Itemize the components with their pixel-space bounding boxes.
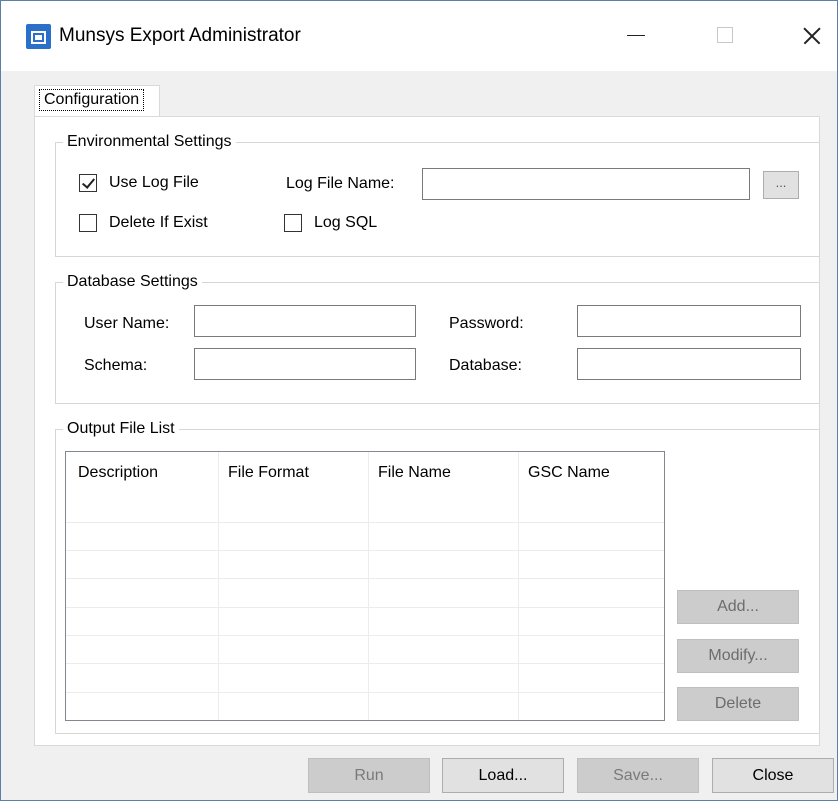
column-header-file-format[interactable]: File Format [228,463,309,483]
browse-log-file-button[interactable]: ... [763,171,799,199]
user-name-input[interactable] [194,305,416,337]
log-file-name-label: Log File Name: [286,175,395,192]
use-log-file-checkbox[interactable] [79,174,97,192]
output-file-list-legend: Output File List [63,419,179,439]
log-sql-checkbox[interactable] [284,214,302,232]
row-divider [66,607,664,608]
tab-configuration-label: Configuration [39,89,145,111]
minimize-icon [627,35,645,36]
load-button[interactable]: Load... [442,758,564,793]
run-button[interactable]: Run [308,758,430,793]
column-divider [218,452,219,720]
maximize-button [703,16,749,56]
row-divider [66,692,664,693]
column-header-file-name[interactable]: File Name [378,463,451,483]
use-log-file-label: Use Log File [109,174,199,191]
close-icon [801,26,823,46]
maximize-icon [717,27,733,43]
user-name-label: User Name: [84,315,170,332]
column-divider [518,452,519,720]
column-header-description[interactable]: Description [78,463,158,483]
save-button[interactable]: Save... [577,758,699,793]
log-sql-label: Log SQL [314,214,378,231]
log-file-name-input[interactable] [422,168,750,200]
minimize-button[interactable] [613,16,659,56]
delete-if-exist-label: Delete If Exist [109,214,208,231]
window-title: Munsys Export Administrator [59,25,301,46]
database-label: Database: [449,357,522,374]
password-label: Password: [449,315,524,332]
output-file-grid[interactable]: Description File Format File Name GSC Na… [65,451,665,721]
tab-configuration[interactable]: Configuration [34,85,160,117]
schema-input[interactable] [194,348,416,380]
app-icon [26,24,51,49]
schema-label: Schema: [84,357,148,374]
row-divider [66,663,664,664]
app-window: Munsys Export Administrator Configuratio… [0,0,838,801]
column-header-gsc-name[interactable]: GSC Name [528,463,610,483]
title-bar: Munsys Export Administrator [1,1,837,71]
modify-button[interactable]: Modify... [677,639,799,673]
close-window-button[interactable] [789,16,835,56]
database-settings-group [55,282,820,404]
close-button[interactable]: Close [712,758,834,793]
column-divider [368,452,369,720]
delete-if-exist-checkbox[interactable] [79,214,97,232]
row-divider [66,578,664,579]
password-input[interactable] [577,305,801,337]
row-divider [66,635,664,636]
database-input[interactable] [577,348,801,380]
add-button[interactable]: Add... [677,590,799,624]
delete-button[interactable]: Delete [677,687,799,721]
database-settings-legend: Database Settings [63,272,202,292]
environmental-settings-legend: Environmental Settings [63,132,236,152]
row-divider [66,522,664,523]
row-divider [66,550,664,551]
